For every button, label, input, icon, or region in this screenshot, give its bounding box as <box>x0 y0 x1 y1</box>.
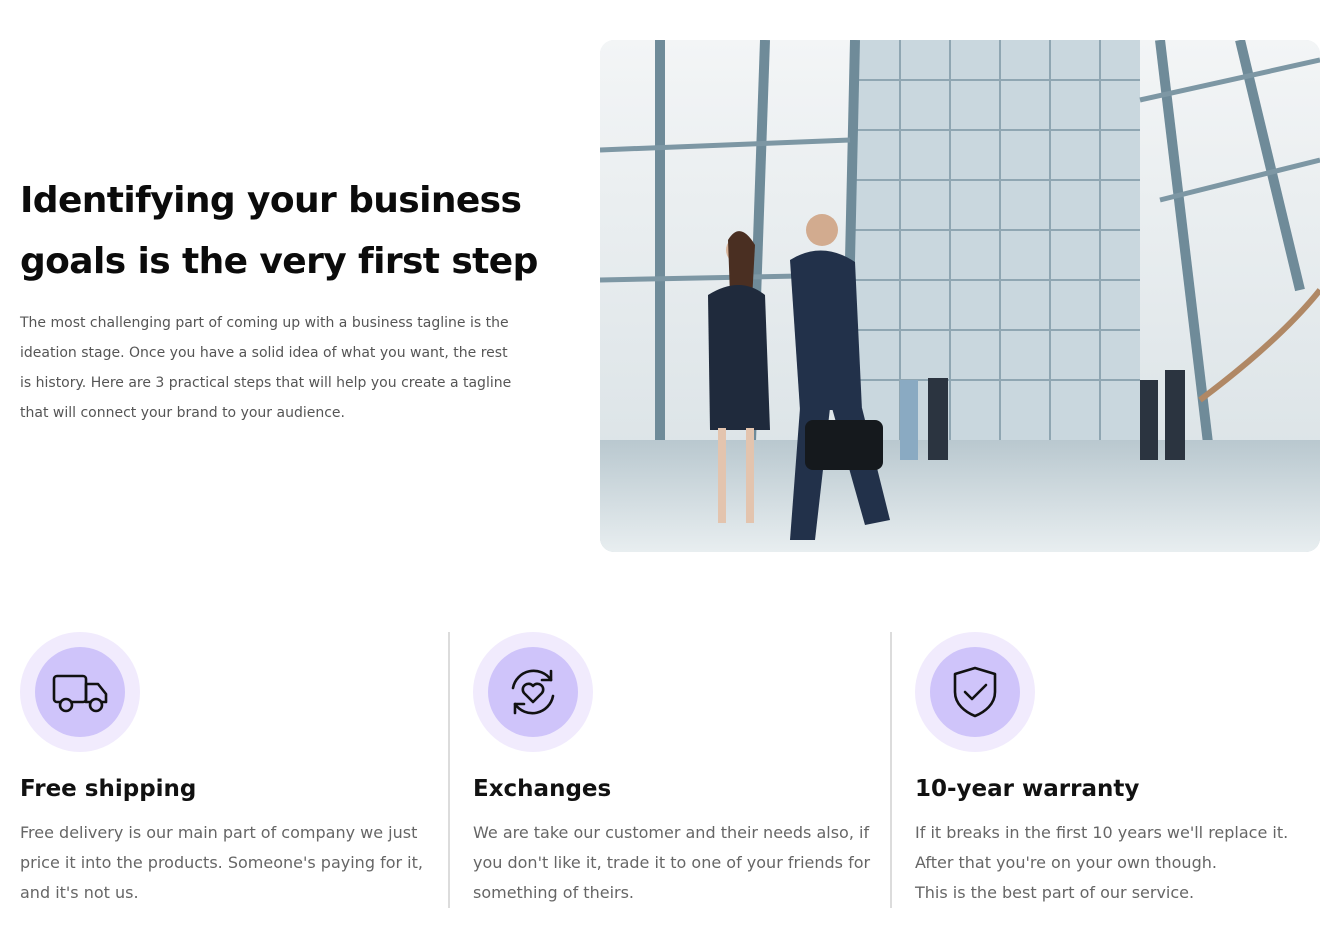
feature-warranty: 10-year warranty If it breaks in the fir… <box>915 632 1325 908</box>
feature-free-shipping: Free shipping Free delivery is our main … <box>20 632 430 908</box>
feature-description-line: This is the best part of our service. <box>915 883 1195 902</box>
feature-title: Exchanges <box>473 776 612 802</box>
office-people-walking-photo <box>600 40 1320 552</box>
feature-description: Free delivery is our main part of compan… <box>20 823 423 902</box>
hero-description: The most challenging part of coming up w… <box>20 315 512 421</box>
feature-icon-ring <box>473 632 593 752</box>
feature-description: If it breaks in the first 10 years we'll… <box>915 818 1325 908</box>
feature-icon-ring <box>20 632 140 752</box>
feature-title: Free shipping <box>20 776 197 802</box>
hero-image <box>600 40 1320 552</box>
divider <box>890 632 892 908</box>
exchange-heart-icon <box>511 669 555 715</box>
feature-title: 10-year warranty <box>915 776 1140 802</box>
feature-description: We are take our customer and their needs… <box>473 823 871 902</box>
feature-icon-ring <box>915 632 1035 752</box>
truck-icon <box>52 674 108 713</box>
hero-text: Identifying your business goals is the v… <box>20 170 540 428</box>
feature-description-line: If it breaks in the first 10 years we'll… <box>915 823 1289 872</box>
feature-exchanges: Exchanges We are take our customer and t… <box>473 632 873 908</box>
hero-title: Identifying your business goals is the v… <box>20 180 538 282</box>
shield-check-icon <box>953 666 997 718</box>
features-section: Free shipping Free delivery is our main … <box>0 632 1340 912</box>
divider <box>448 632 450 908</box>
